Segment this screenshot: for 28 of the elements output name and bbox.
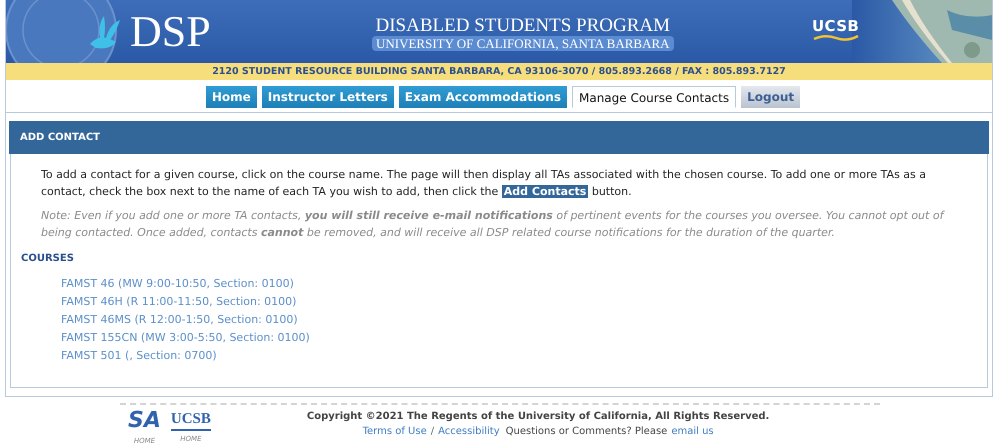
course-link[interactable]: FAMST 46H (R 11:00-11:50, Section: 0100) bbox=[61, 293, 296, 311]
footer-link[interactable]: Terms of Use bbox=[362, 424, 427, 439]
link-separator: / bbox=[430, 425, 436, 439]
address-bar: 2120 STUDENT RESOURCE BUILDING SANTA BARBARA, CA 93106-3070 / 805.893.2668 / FAX : 805.893.7127 bbox=[6, 63, 992, 80]
course-link[interactable]: FAMST 46MS (R 12:00-1:50, Section: 0100) bbox=[61, 311, 298, 329]
nav-tab[interactable]: Instructor Letters bbox=[262, 86, 394, 108]
footer-link[interactable]: Accessibility bbox=[438, 424, 500, 439]
nav-tab[interactable]: Exam Accommodations bbox=[398, 86, 567, 108]
nav-tab[interactable]: Manage Course Contacts bbox=[572, 86, 736, 108]
contact-text: Questions or Comments? Please bbox=[506, 425, 668, 439]
dsp-logo[interactable]: DSP bbox=[130, 8, 211, 56]
course-link[interactable]: FAMST 155CN (MW 3:00-5:50, Section: 0100) bbox=[61, 329, 310, 347]
university-subtitle: UNIVERSITY OF CALIFORNIA, SANTA BARBARA bbox=[372, 36, 674, 51]
course-link[interactable]: FAMST 46 (MW 9:00-10:50, Section: 0100) bbox=[61, 275, 294, 293]
instructions-text: To add a contact for a given course, click on the course name. The page will then display all TAs associated with the chosen course. To add one or more TAs as a contact, check the box next to the name of each TA you wish to add, then click the Add Contacts button. bbox=[40, 167, 928, 200]
nav-tab[interactable]: Home bbox=[206, 86, 257, 108]
copyright-text: Copyright ©2021 The Regents of the University of California, All Rights Reserved. bbox=[306, 410, 770, 424]
program-title: DISABLED STUDENTS PROGRAM bbox=[376, 16, 670, 36]
courses-heading: COURSES bbox=[20, 252, 75, 266]
nav-tab[interactable]: Logout bbox=[741, 86, 800, 108]
sa-logo[interactable]: SA bbox=[128, 409, 161, 433]
wave-icon bbox=[812, 34, 859, 42]
course-link[interactable]: FAMST 501 (, Section: 0700) bbox=[61, 347, 217, 365]
ucsb-logo[interactable]: UCSB bbox=[812, 18, 860, 34]
panel-header: ADD CONTACT bbox=[9, 121, 989, 154]
note-text: Note: Even if you add one or more TA contacts, you will still receive e-mail notifications of pertinent events for the courses you oversee. You cannot opt out of being contacted. Once added, contacts cannot be removed, and will receive all DSP related course notifications for the duration of the quarter. bbox=[40, 208, 946, 241]
ucsb-logo[interactable]: UCSB bbox=[170, 409, 211, 431]
email-link[interactable]: email us bbox=[671, 424, 714, 439]
